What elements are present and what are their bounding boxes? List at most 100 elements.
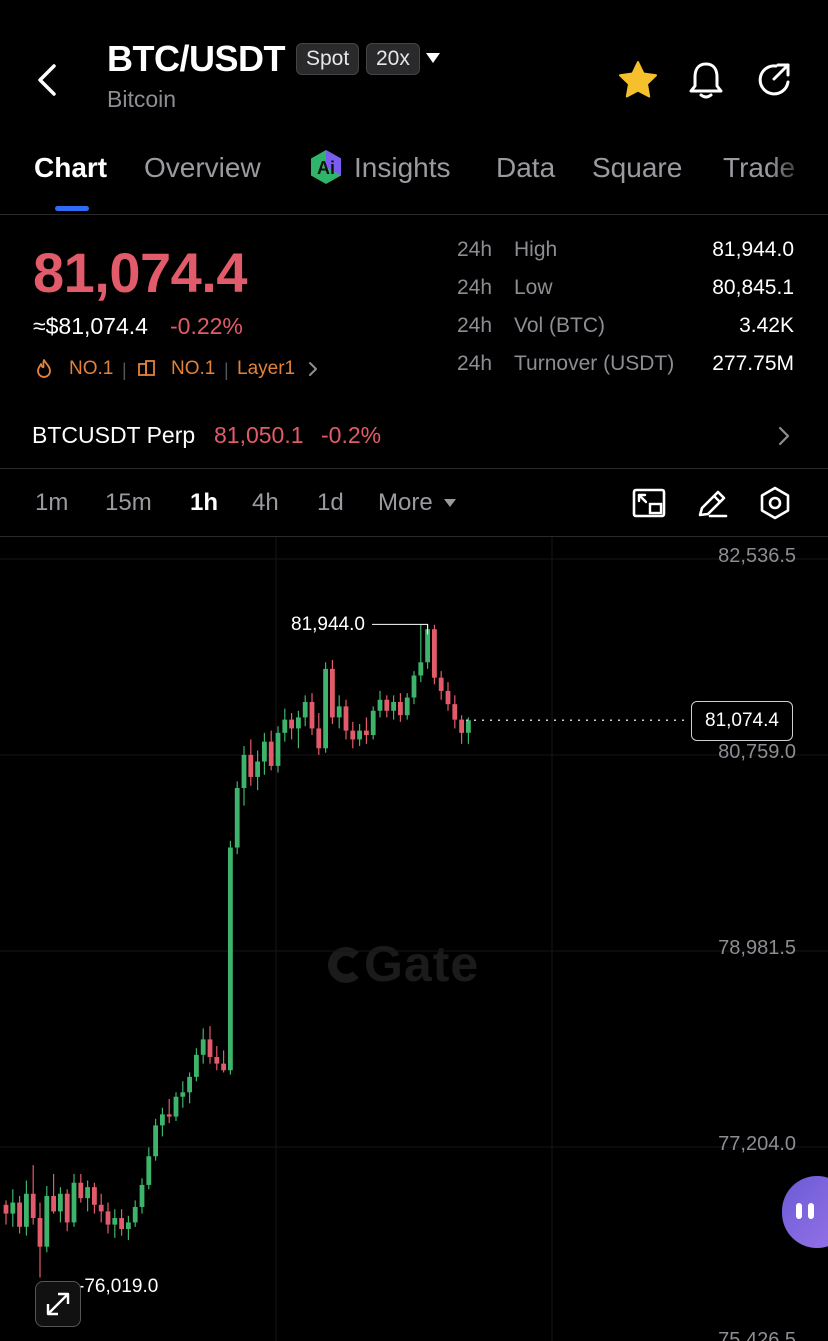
interval-1m[interactable]: 1m [35,489,68,517]
stat-value-low: 80,845.1 [712,276,794,299]
perp-chevron-right-icon[interactable] [774,424,794,448]
candle-body [228,847,233,1071]
candle-body [398,701,403,716]
expand-chart-icon[interactable] [35,1281,81,1327]
pair-dropdown-chevron-down-icon[interactable] [426,53,440,63]
candle-body [432,629,437,678]
interval-1d[interactable]: 1d [317,489,344,517]
tab-overview[interactable]: Overview [144,152,261,184]
settings-gear-icon[interactable] [757,485,793,521]
draw-pen-icon[interactable] [694,485,730,521]
stat-value-high: 81,944.0 [712,238,794,261]
candle-body [241,754,247,788]
candle-body [255,761,260,777]
bell-alert-icon[interactable] [684,58,728,102]
category-link[interactable]: Layer1 [237,358,295,380]
candle-body [268,741,274,766]
candle-body [411,675,417,698]
stat-label-low: Low [514,276,553,299]
candle-body [377,699,383,711]
pair-title[interactable]: BTC/USDT [107,38,286,80]
candle-body [10,1202,16,1214]
spot-badge: Spot [296,43,360,75]
candle-body [139,1184,145,1207]
ai-insights-icon: Ai [311,150,341,184]
candle-body [126,1222,131,1230]
candle-body [248,754,254,777]
stat-value-turnover: 277.75M [712,352,794,375]
y-axis-tick-label: 82,536.5 [718,545,796,567]
low-marker-label: -76,019.0 [78,1276,159,1297]
candle-body [105,1211,111,1225]
candle-body [92,1187,97,1205]
candle-body [44,1195,50,1247]
current-price-tag: 81,074.4 [691,701,793,741]
tab-square[interactable]: Square [592,152,682,184]
candle-body [180,1092,186,1097]
candle-body [350,730,356,740]
candle-body [445,690,451,705]
leverage-badge[interactable]: 20x [366,43,420,75]
price-change: -0.22% [170,313,243,339]
active-tab-indicator [55,206,89,211]
candle-body [64,1193,70,1223]
stat-value-vol: 3.42K [739,314,794,337]
candle-body [296,717,301,729]
candle-body [194,1054,199,1077]
perp-divider [0,468,828,469]
candle-body [51,1195,56,1212]
candle-body [357,730,362,740]
candle-body [17,1202,22,1227]
perp-change: -0.2% [321,422,382,448]
y-axis-tick-label: 77,204.0 [718,1133,796,1155]
fullscreen-layout-icon[interactable] [631,485,667,521]
candle-body [391,701,396,711]
stat-label-vol: Vol (BTC) [514,314,606,337]
candle-body [404,697,410,716]
more-chevron-down-icon[interactable] [444,499,456,507]
candle-body [24,1193,29,1227]
candle-body [282,719,288,733]
candle-body [459,719,464,733]
candle-body [336,706,342,718]
rank-separator-2: | [224,360,229,380]
interval-15m[interactable]: 15m [105,489,152,517]
favorite-star-icon[interactable] [616,58,660,102]
candle-body [37,1218,43,1247]
candle-body [153,1125,158,1157]
candle-body [214,1057,220,1064]
stat-period: 24h [457,276,493,299]
y-axis-tick-label: 75,426.5 [718,1329,796,1341]
candle-body [275,732,281,766]
candle-body [187,1076,192,1093]
category-chevron-right-icon[interactable] [306,360,320,378]
perp-label[interactable]: BTCUSDT Perp [32,422,195,449]
svg-text:Ai: Ai [317,158,335,178]
candle-body [30,1193,36,1219]
perp-price: 81,050.1 [214,422,304,448]
candle-body [262,741,267,762]
candle-body [200,1039,206,1055]
candle-body [71,1182,77,1223]
tab-chart[interactable]: Chart [34,152,107,184]
interval-4h[interactable]: 4h [252,489,279,517]
candle-body [466,720,471,733]
tab-data[interactable]: Data [496,152,555,184]
tab-insights[interactable]: Insights [354,152,451,184]
candle-body [98,1204,104,1212]
candle-body [173,1096,179,1117]
candle-body [289,719,294,729]
candlestick-chart[interactable]: 82,536.5 80,759.0 78,981.5 77,204.0 75,426.5 [0,537,828,1341]
high-marker-label: 81,944.0 [291,614,365,635]
candle-body [316,728,322,749]
candle-body [438,677,444,691]
candle-body [309,701,315,729]
candle-body [221,1063,226,1071]
candle-body [370,710,376,736]
share-icon[interactable] [752,58,796,102]
candle-body [132,1206,138,1223]
interval-more[interactable]: More [378,489,433,517]
interval-1h[interactable]: 1h [190,489,218,517]
rank-separator-1: | [122,360,127,380]
back-arrow-icon[interactable] [30,58,70,102]
